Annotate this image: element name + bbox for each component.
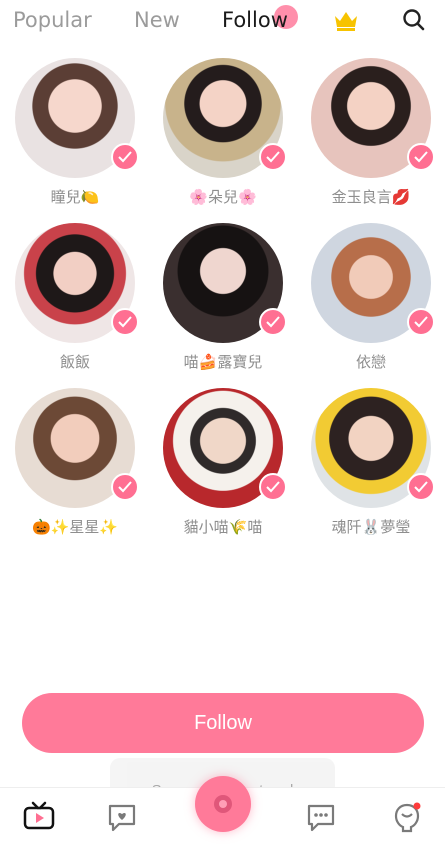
selected-check-icon[interactable] bbox=[407, 308, 435, 336]
follow-button[interactable]: Follow bbox=[22, 693, 424, 753]
user-card[interactable]: 魂阡🐰夢瑩 bbox=[301, 388, 441, 548]
user-name: 金玉良言💋 bbox=[331, 188, 411, 206]
selected-check-icon[interactable] bbox=[259, 308, 287, 336]
user-card[interactable]: 🌸朵兒🌸 bbox=[153, 58, 293, 218]
search-icon[interactable] bbox=[402, 8, 426, 32]
live-camera-button[interactable] bbox=[195, 776, 251, 832]
tv-icon[interactable] bbox=[22, 800, 56, 834]
user-name: 飯飯 bbox=[59, 353, 90, 371]
user-card[interactable]: 飯飯 bbox=[5, 223, 145, 383]
user-card[interactable]: 🎃✨星星✨ bbox=[5, 388, 145, 548]
page: Popular New Follow 瞳兒🍋 🌸朵兒🌸 金玉良言💋 飯飯 喵🍰露… bbox=[0, 0, 445, 847]
selected-check-icon[interactable] bbox=[111, 308, 139, 336]
user-name: 貓小喵🌾喵 bbox=[183, 518, 263, 536]
selected-check-icon[interactable] bbox=[111, 143, 139, 171]
crown-icon[interactable] bbox=[333, 9, 359, 31]
selected-check-icon[interactable] bbox=[259, 473, 287, 501]
user-card[interactable]: 瞳兒🍋 bbox=[5, 58, 145, 218]
tab-new[interactable]: New bbox=[134, 8, 180, 32]
user-card[interactable]: 貓小喵🌾喵 bbox=[153, 388, 293, 548]
user-name: 🌸朵兒🌸 bbox=[189, 188, 257, 206]
tab-popular[interactable]: Popular bbox=[13, 8, 92, 32]
user-name: 🎃✨星星✨ bbox=[31, 518, 119, 536]
selected-check-icon[interactable] bbox=[111, 473, 139, 501]
camera-icon bbox=[214, 795, 232, 813]
user-card[interactable]: 喵🍰露寶兒 bbox=[153, 223, 293, 383]
user-name: 依戀 bbox=[355, 353, 386, 371]
selected-check-icon[interactable] bbox=[407, 473, 435, 501]
user-name: 瞳兒🍋 bbox=[50, 188, 100, 206]
chat-heart-icon[interactable] bbox=[105, 800, 139, 834]
messages-icon[interactable] bbox=[304, 800, 338, 834]
tab-follow[interactable]: Follow bbox=[222, 8, 288, 32]
bottom-nav bbox=[0, 776, 445, 847]
profile-icon[interactable] bbox=[390, 800, 424, 834]
user-card[interactable]: 金玉良言💋 bbox=[301, 58, 441, 218]
user-card[interactable]: 依戀 bbox=[301, 223, 441, 383]
selected-check-icon[interactable] bbox=[259, 143, 287, 171]
top-tab-bar: Popular New Follow bbox=[0, 0, 445, 44]
user-name: 喵🍰露寶兒 bbox=[183, 353, 263, 371]
user-name: 魂阡🐰夢瑩 bbox=[331, 518, 411, 536]
selected-check-icon[interactable] bbox=[407, 143, 435, 171]
